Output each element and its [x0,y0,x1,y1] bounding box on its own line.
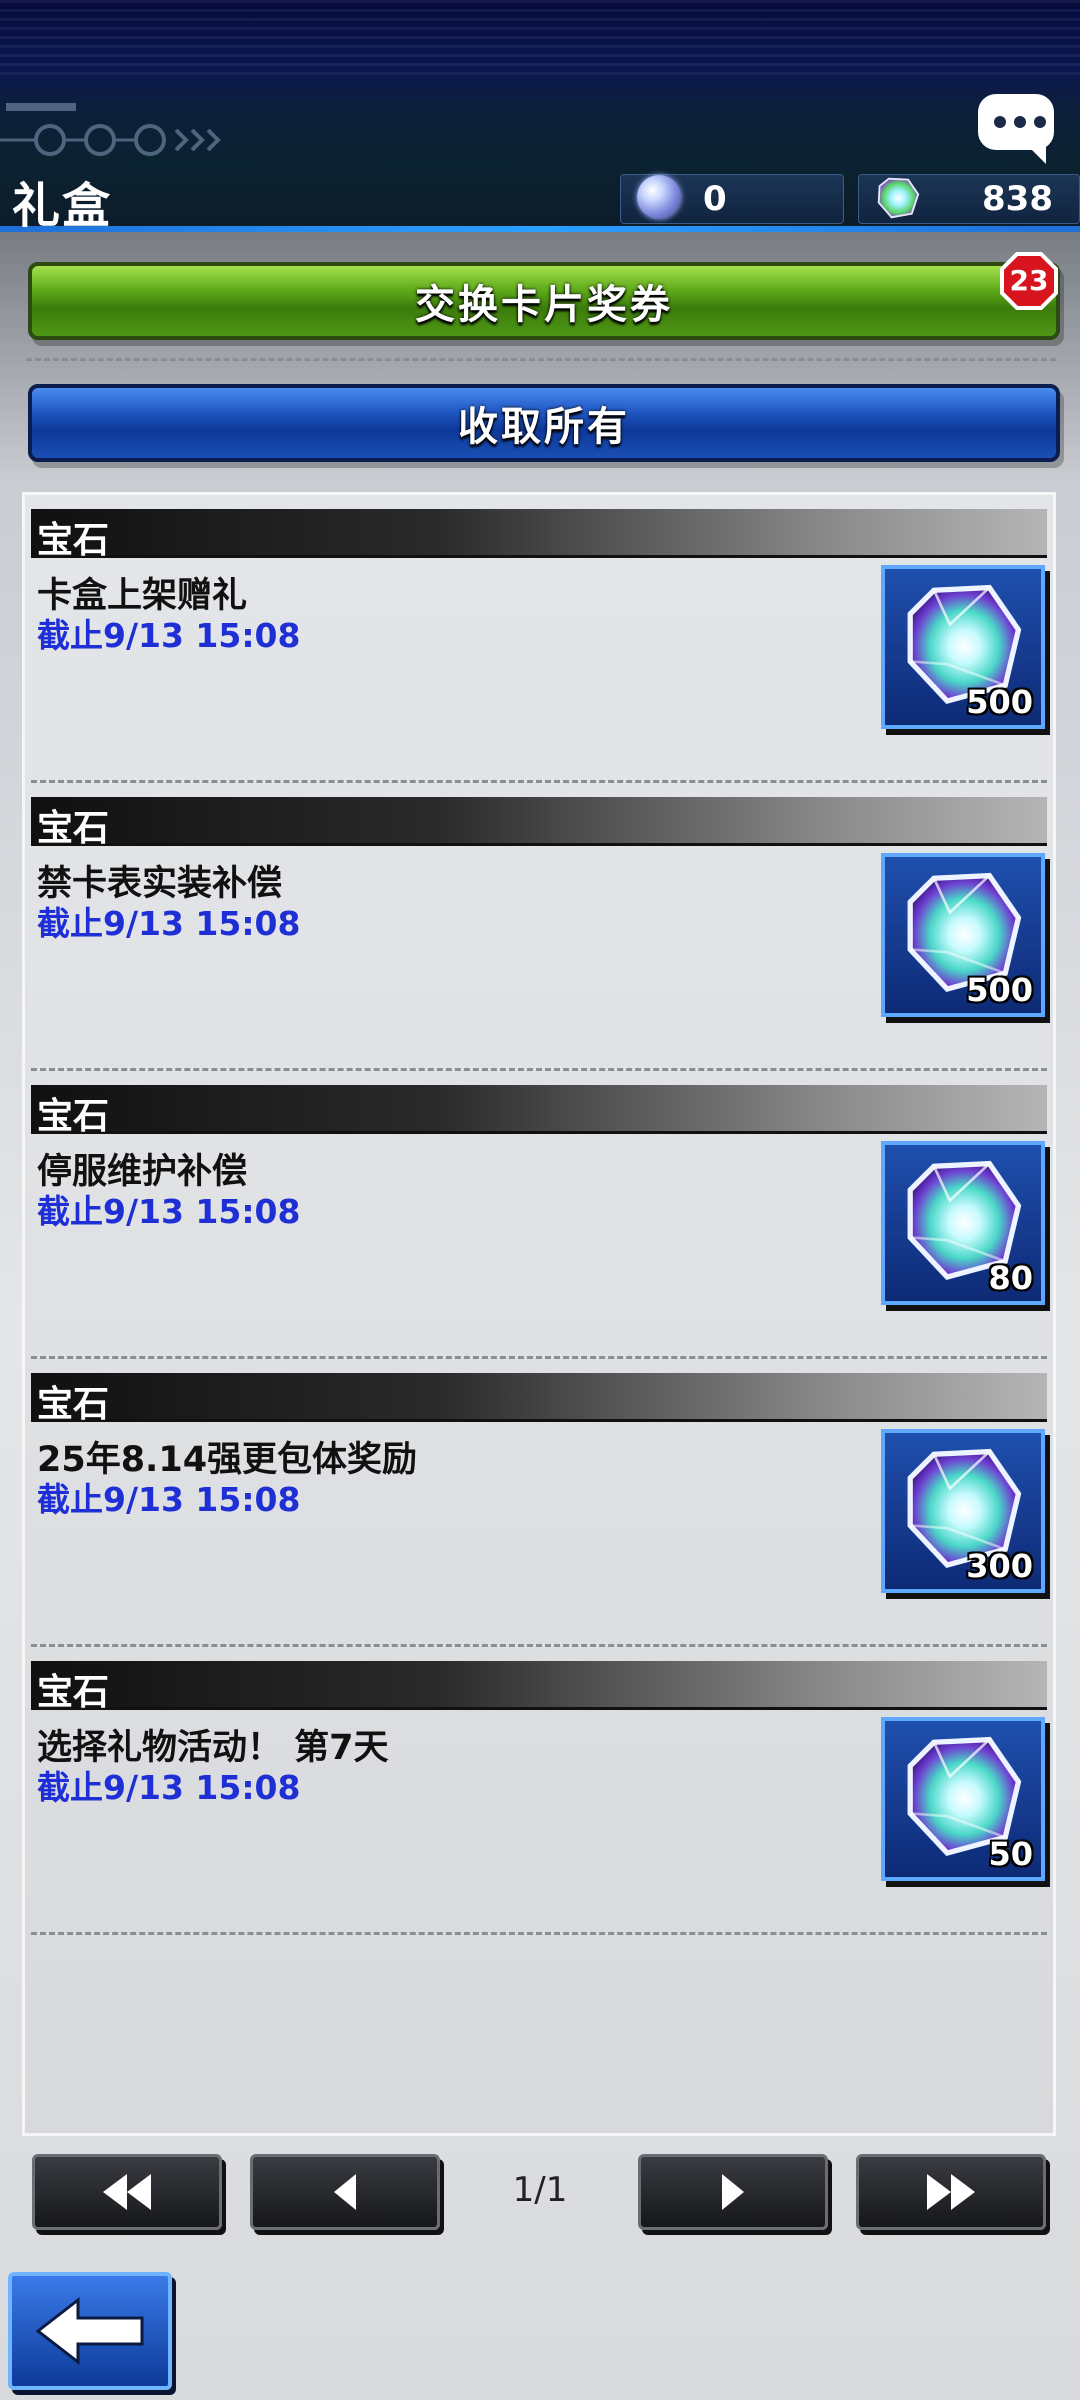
badge-count: 23 [1009,264,1049,297]
gift-category-header: 宝石 [31,1085,1047,1137]
gift-category-header: 宝石 [31,797,1047,849]
gift-item[interactable]: 宝石 25年8.14强更包体奖励 截止9/13 15:08 300 [25,1359,1053,1647]
header-decoration [0,0,1080,80]
gift-category-header: 宝石 [31,509,1047,561]
gift-reward-tile[interactable]: 300 [881,1429,1045,1593]
chevron-right-icon [722,2174,744,2210]
gift-category: 宝石 [37,1096,110,1137]
previous-page-button[interactable] [250,2154,440,2230]
divider [26,358,1056,361]
gift-deadline: 截止9/13 15:08 [37,1480,301,1519]
gem-icon [877,177,920,219]
divider [31,1932,1047,1935]
gift-deadline: 截止9/13 15:08 [37,904,301,943]
gift-item[interactable]: 宝石 卡盒上架赠礼 截止9/13 15:08 500 [25,495,1053,783]
gift-deadline: 截止9/13 15:08 [37,1768,301,1807]
collect-all-button[interactable]: 收取所有 [28,384,1060,462]
gift-item[interactable]: 宝石 禁卡表实装补偿 截止9/13 15:08 500 [25,783,1053,1071]
circuit-decoration [0,103,221,156]
gift-deadline: 截止9/13 15:08 [37,616,301,655]
page-indicator: 1/1 [512,2170,568,2210]
gift-quantity: 80 [988,1259,1033,1297]
gem-currency: 838 [858,174,1080,224]
page-title: 礼盒 [12,178,113,234]
chat-button[interactable] [978,94,1054,164]
gift-quantity: 500 [966,971,1033,1009]
orb-icon [637,175,681,219]
double-chevron-left-icon [103,2174,151,2210]
first-page-button[interactable] [32,2154,222,2230]
gift-item[interactable]: 宝石 选择礼物活动！ 第7天 截止9/13 15:08 50 [25,1647,1053,1935]
gift-reward-tile[interactable]: 500 [881,565,1045,729]
gift-category: 宝石 [37,520,110,561]
gift-reward-tile[interactable]: 50 [881,1717,1045,1881]
gift-quantity: 300 [966,1547,1033,1585]
chevron-left-icon [334,2174,356,2210]
orb-currency: 0 [620,174,844,224]
gift-category: 宝石 [37,1384,110,1425]
gift-deadline: 截止9/13 15:08 [37,1192,301,1231]
gift-category: 宝石 [37,808,110,849]
gift-category-header: 宝石 [31,1661,1047,1713]
gift-quantity: 50 [988,1835,1033,1873]
gift-category-header: 宝石 [31,1373,1047,1425]
header-accent-line [0,226,1080,232]
gift-reward-tile[interactable]: 500 [881,853,1045,1017]
last-page-button[interactable] [856,2154,1046,2230]
back-button[interactable] [8,2272,172,2390]
gem-currency-value: 838 [982,179,1053,219]
gift-category: 宝石 [37,1672,110,1713]
gift-list: 宝石 卡盒上架赠礼 截止9/13 15:08 500 宝石 禁卡表实装补偿 截止… [22,492,1056,2136]
exchange-card-voucher-button[interactable]: 交换卡片奖券 [28,262,1060,340]
gift-quantity: 500 [966,683,1033,721]
next-page-button[interactable] [638,2154,828,2230]
gift-reward-tile[interactable]: 80 [881,1141,1045,1305]
chat-bubble-icon [994,116,1046,128]
notification-badge: 23 [1000,252,1058,310]
back-arrow-icon [35,2296,144,2366]
gift-item[interactable]: 宝石 停服维护补偿 截止9/13 15:08 80 [25,1071,1053,1359]
orb-currency-value: 0 [703,179,727,219]
double-chevron-right-icon [927,2174,975,2210]
